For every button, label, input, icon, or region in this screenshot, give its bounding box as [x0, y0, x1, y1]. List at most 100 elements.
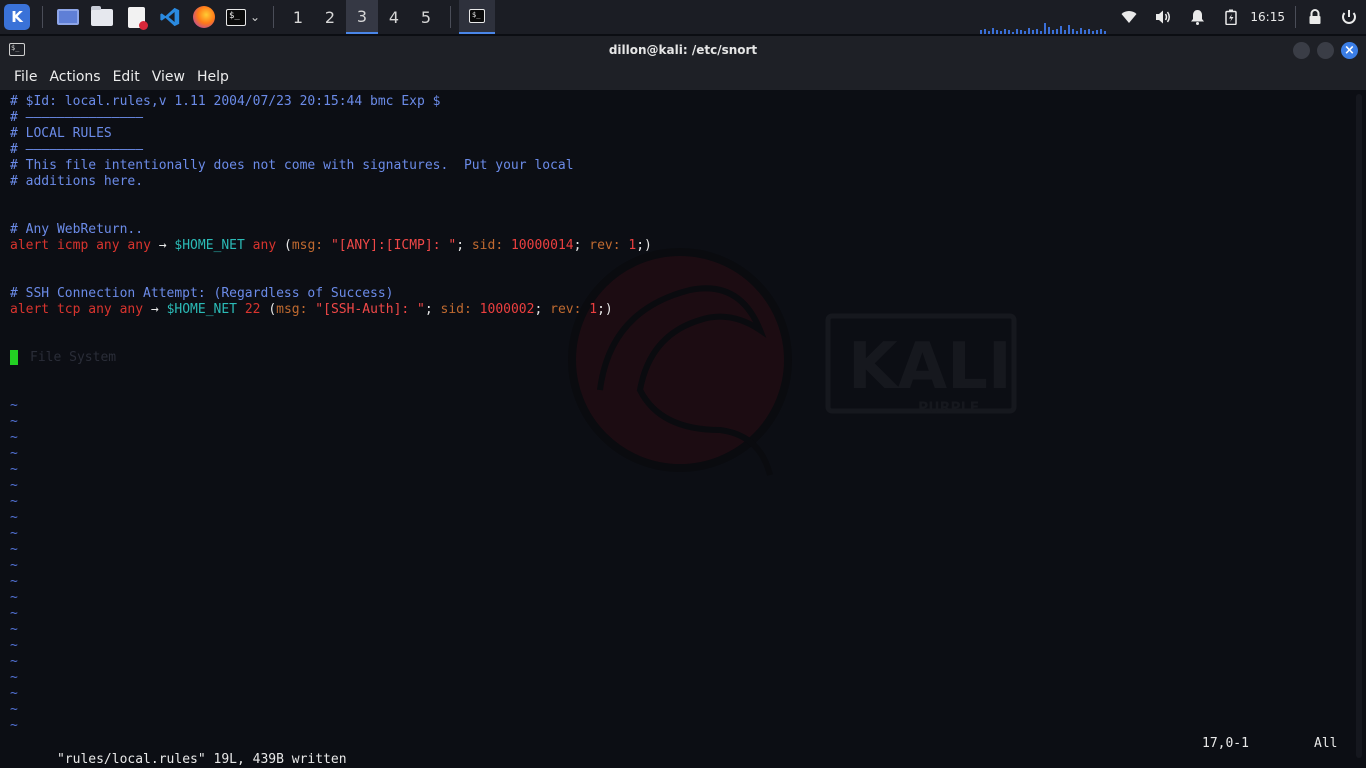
empty-line-marker: ~ [10, 446, 18, 461]
rule2-msg: "[SSH-Auth]: " [315, 302, 425, 317]
minimize-button[interactable] [1293, 42, 1310, 59]
rule2-src: any any [88, 302, 144, 317]
rule1-line: alert icmp any any → $HOME_NET any (msg:… [10, 238, 652, 253]
empty-line-marker: ~ [10, 414, 18, 429]
text-editor-icon [127, 6, 148, 30]
window-title: dillon@kali: /etc/snort [608, 43, 758, 57]
window-terminal-icon[interactable]: $_ [9, 43, 25, 56]
rule2-sid: 1000002 [479, 302, 535, 317]
empty-line-marker: ~ [10, 478, 18, 493]
battery-icon[interactable] [1214, 0, 1248, 34]
close-icon: × [1344, 43, 1355, 58]
terminal-window: $_ dillon@kali: /etc/snort × File Action… [0, 36, 1366, 768]
vscode-icon [160, 7, 180, 27]
vim-buffer: # $Id: local.rules,v 1.11 2004/07/23 20:… [10, 94, 652, 734]
power-icon[interactable] [1332, 0, 1366, 34]
menu-view[interactable]: View [146, 69, 191, 85]
cpu-graph [980, 23, 1106, 34]
rule1-action: alert [10, 238, 50, 253]
kali-menu-button[interactable]: K [0, 0, 34, 34]
empty-line-marker: ~ [10, 622, 18, 637]
menu-actions[interactable]: Actions [43, 69, 106, 85]
workspace-2[interactable]: 2 [314, 0, 346, 34]
file-manager-launcher[interactable] [85, 0, 119, 34]
svg-text:PURPLE: PURPLE [918, 400, 979, 416]
empty-line-marker: ~ [10, 590, 18, 605]
menu-help[interactable]: Help [191, 69, 235, 85]
rule1-src: any any [96, 238, 151, 253]
status-message: "rules/local.rules" 19L, 439B written [56, 752, 347, 767]
workspace-3[interactable]: 3 [346, 0, 378, 34]
taskbar: K $_ ⌄ 1 2 3 4 5 $_ 16:15 [0, 0, 1366, 34]
vscode-launcher[interactable] [153, 0, 187, 34]
maximize-button[interactable] [1317, 42, 1334, 59]
empty-line-marker: ~ [10, 542, 18, 557]
clock[interactable]: 16:15 [1248, 10, 1293, 24]
empty-line-marker: ~ [10, 718, 18, 733]
volume-icon[interactable] [1146, 0, 1180, 34]
rule2-sid-key: sid: [440, 302, 472, 317]
text-editor-launcher[interactable] [119, 0, 153, 34]
taskbar-task-terminal[interactable]: $_ [459, 0, 495, 34]
workspace-4[interactable]: 4 [378, 0, 410, 34]
empty-line-marker: ~ [10, 398, 18, 413]
empty-line-marker: ~ [10, 702, 18, 717]
rule1-msg-key: msg: [291, 238, 324, 253]
desktop-icon-label-file-system: File System [30, 350, 117, 365]
bell-icon[interactable] [1180, 0, 1214, 34]
header-comment: # $Id: local.rules,v 1.11 2004/07/23 20:… [10, 94, 441, 109]
empty-line-marker: ~ [10, 670, 18, 685]
rule1-rev-key: rev: [589, 238, 621, 253]
rule2-action: alert [10, 302, 50, 317]
taskbar-separator [450, 6, 451, 28]
vim-status-line: "rules/local.rules" 19L, 439B written 17… [10, 736, 1340, 767]
rule2-rev: 1 [589, 302, 598, 317]
rule2-proto: tcp [56, 302, 81, 317]
taskbar-separator [42, 6, 43, 28]
empty-line-marker: ~ [10, 686, 18, 701]
kali-menu-icon: K [4, 4, 30, 30]
svg-text:KALI: KALI [848, 330, 1012, 404]
empty-line-marker: ~ [10, 638, 18, 653]
empty-line-marker: ~ [10, 558, 18, 573]
rule2-rev-key: rev: [550, 302, 582, 317]
window-titlebar[interactable]: $_ dillon@kali: /etc/snort × [0, 36, 1366, 64]
rule2-comment: # SSH Connection Attempt: (Regardless of… [10, 286, 394, 301]
terminal-launcher[interactable]: $_ ⌄ [221, 0, 265, 34]
menu-edit[interactable]: Edit [107, 69, 146, 85]
lock-icon[interactable] [1298, 0, 1332, 34]
rule2-arrow: → [150, 302, 159, 317]
terminal-scrollbar[interactable] [1356, 94, 1362, 758]
rule2-dst-port: 22 [244, 302, 261, 317]
rule2-msg-key: msg: [276, 302, 308, 317]
empty-line-marker: ~ [10, 654, 18, 669]
rule-separator: # ——————————————— [10, 110, 144, 125]
terminal-area[interactable]: KALI PURPLE # $Id: local.rules,v 1.11 20… [0, 90, 1366, 768]
desktop-icon [57, 9, 79, 25]
rule1-dst-port: any [252, 238, 277, 253]
close-button[interactable]: × [1341, 42, 1358, 59]
rule1-arrow: → [158, 238, 167, 253]
empty-line-marker: ~ [10, 510, 18, 525]
chevron-down-icon[interactable]: ⌄ [250, 10, 260, 24]
terminal-icon: $_ [469, 9, 485, 23]
intro-comment: # additions here. [10, 174, 144, 189]
menu-file[interactable]: File [8, 69, 43, 85]
workspace-5[interactable]: 5 [410, 0, 442, 34]
network-icon[interactable] [1112, 0, 1146, 34]
rule1-sid: 10000014 [510, 238, 574, 253]
rule1-proto: icmp [56, 238, 89, 253]
text-cursor [10, 350, 18, 365]
taskbar-separator [1295, 6, 1296, 28]
workspace-1[interactable]: 1 [282, 0, 314, 34]
scroll-position: All [1314, 736, 1338, 751]
firefox-icon [193, 6, 215, 28]
show-desktop-button[interactable] [51, 0, 85, 34]
firefox-launcher[interactable] [187, 0, 221, 34]
